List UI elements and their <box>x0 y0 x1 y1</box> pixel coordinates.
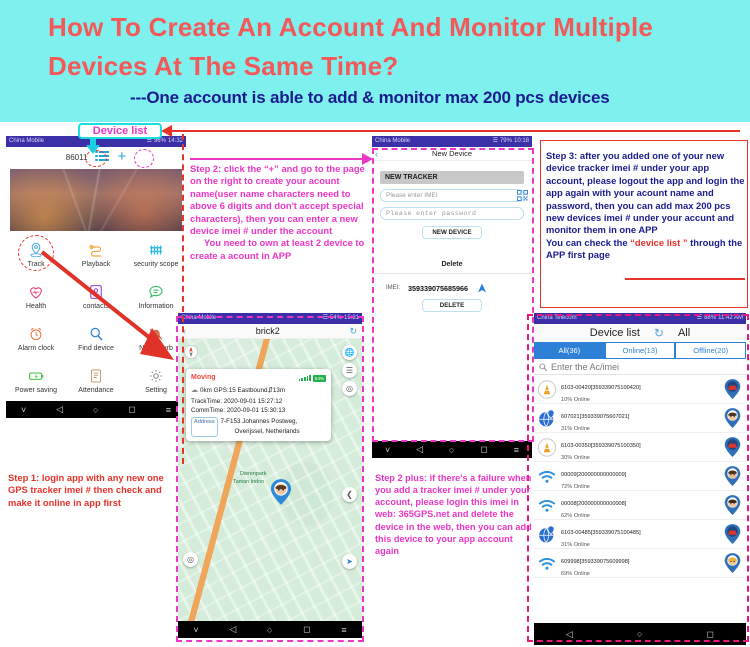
arrow-line-step2 <box>190 158 368 160</box>
note-step2: Step 2: click the “+” and go to the page… <box>190 163 370 262</box>
chevron-down-icon[interactable]: ˅ <box>385 445 390 455</box>
device-list-callout: Device list <box>78 123 162 139</box>
note-step3: Step 3: after you added one of your new … <box>546 150 748 262</box>
carrier-label: China Mobile <box>375 138 411 144</box>
signal-icon: ☰ <box>492 138 498 144</box>
note-step2-text: Step 2: click the “+” and go to the page… <box>190 163 365 237</box>
back-icon[interactable]: ◁ <box>416 444 423 455</box>
note-step2plus: Step 2 plus: if there's a failure when y… <box>375 473 532 556</box>
page-title: How To Create An Account And Monitor Mul… <box>48 12 654 81</box>
page-subtitle: ---One account is able to add & monitor … <box>130 88 610 107</box>
outline-map-screen <box>176 316 364 642</box>
android-navbar-new-device: ˅ ◁ ○ ◻ ≡ <box>372 441 532 458</box>
outline-device-list-screen <box>527 314 749 642</box>
note-step2-extra: You need to own at least 2 device to cre… <box>190 237 365 261</box>
outline-new-device-screen <box>372 148 534 442</box>
page-header: How To Create An Account And Monitor Mul… <box>0 0 750 122</box>
note-step3-text: Step 3: after you added one of your new … <box>546 150 745 236</box>
menu-icon[interactable]: ≡ <box>514 445 519 455</box>
note-step1: Step 1: login app with any new one GPS t… <box>8 472 164 508</box>
status-bar-new-device: China Mobile ☰ 79% 10:18 <box>372 136 532 147</box>
clock-label: 10:18 <box>513 138 529 144</box>
note-step3-extra-pre: You can check the <box>546 236 631 248</box>
step3-connector-line <box>625 278 745 280</box>
home-icon[interactable]: ○ <box>449 445 454 455</box>
arrow-line-devicelist <box>165 130 740 132</box>
battery-label: 79% <box>499 138 512 144</box>
note-step3-extra-hl: “device list ” <box>630 236 688 248</box>
recents-icon[interactable]: ◻ <box>480 444 487 455</box>
arrow-track-to-map <box>40 250 174 360</box>
